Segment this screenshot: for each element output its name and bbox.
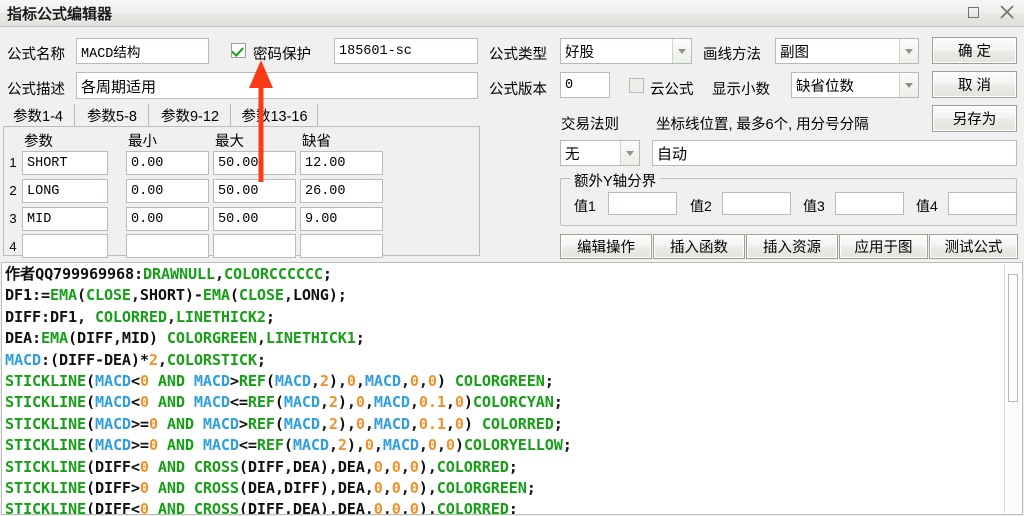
code-line: DEA:EMA(DIFF,MID) COLORGREEN,LINETHICK1; [5,329,365,348]
extra-y-axis-title: 额外Y轴分界 [570,170,661,191]
password-input[interactable]: 185601-sc [334,38,478,64]
cloud-formula-checkbox[interactable] [629,78,644,93]
window-controls [962,1,1018,23]
maximize-icon[interactable] [962,1,984,23]
chevron-down-icon[interactable] [899,73,918,97]
param-row-number: 4 [9,239,17,254]
code-line: DIFF:DF1, COLORRED,LINETHICK2; [5,307,275,326]
param-name-input-3[interactable]: MID [22,207,108,231]
param-name-input-2[interactable]: LONG [22,179,108,203]
formula-type-select[interactable]: 好股 [560,38,692,64]
code-line: STICKLINE(MACD>=0 AND MACD<=REF(MACD,2),… [5,436,572,455]
param-min-input-2[interactable]: 0.00 [126,179,209,203]
chevron-down-icon[interactable] [672,39,691,63]
apply-to-chart-button[interactable]: 应用于图 [839,234,928,259]
draw-method-label: 画线方法 [703,47,761,63]
trade-rule-value: 无 [565,146,580,163]
edit-operations-button[interactable]: 编辑操作 [560,234,652,259]
extra-y-label-3: 值3 [803,198,825,214]
save-as-button[interactable]: 另存为 [932,105,1017,132]
code-line: 作者QQ799969968:DRAWNULL,COLORCCCCCC; [5,265,332,283]
param-max-input-4[interactable] [213,234,296,258]
extra-y-input-2[interactable] [722,192,791,215]
code-line: STICKLINE(MACD<0 AND MACD<=REF(MACD,2),0… [5,393,563,412]
param-default-input-3[interactable]: 9.00 [300,207,383,231]
close-icon[interactable] [996,1,1018,23]
code-line: DF1:=EMA(CLOSE,SHORT)-EMA(CLOSE,LONG); [5,286,347,305]
param-min-input-1[interactable]: 0.00 [126,151,209,175]
code-line: STICKLINE(DIFF<0 AND CROSS(DIFF,DEA),DEA… [5,500,518,515]
title-bar: 指标公式编辑器 [0,0,1024,27]
trade-rule-select[interactable]: 无 [560,140,640,166]
code-line: STICKLINE(DIFF<0 AND CROSS(DIFF,DEA),DEA… [5,457,518,476]
code-line: STICKLINE(MACD>=0 AND MACD>REF(MACD,2),0… [5,414,563,433]
window-title: 指标公式编辑器 [7,6,113,23]
insert-function-button[interactable]: 插入函数 [653,234,745,259]
formula-type-value: 好股 [565,44,594,61]
param-col-name: 参数 [22,130,108,152]
tab-params-5-8[interactable]: 参数5-8 [76,104,149,126]
param-min-input-3[interactable]: 0.00 [126,207,209,231]
param-row-number: 2 [9,183,17,198]
chevron-down-icon[interactable] [899,39,918,63]
extra-y-label-2: 值2 [690,198,712,214]
tab-params-1-4[interactable]: 参数1-4 [2,104,75,126]
formula-code-editor[interactable]: 作者QQ799969968:DRAWNULL,COLORCCCCCC; DF1:=… [1,262,1023,515]
extra-y-label-4: 值4 [916,198,938,214]
extra-y-input-1[interactable] [608,192,677,215]
axis-line-label: 坐标线位置, 最多6个, 用分号分隔 [656,117,869,133]
cloud-formula-label: 云公式 [650,82,694,98]
editor-scrollbar[interactable] [1004,264,1021,513]
param-name-input-4[interactable] [22,234,108,258]
extra-y-input-3[interactable] [835,192,904,215]
formula-name-label: 公式名称 [7,47,65,63]
test-formula-button[interactable]: 测试公式 [929,234,1018,259]
editor-scrollbar-thumb[interactable] [1008,274,1018,402]
formula-name-input[interactable]: MACD结构 [76,38,209,64]
tab-params-9-12[interactable]: 参数9-12 [150,104,231,126]
param-default-input-2[interactable]: 26.00 [300,179,383,203]
param-name-input-1[interactable]: SHORT [22,151,108,175]
show-decimals-select[interactable]: 缺省位数 [791,72,919,98]
formula-code-text[interactable]: 作者QQ799969968:DRAWNULL,COLORCCCCCC; DF1:=… [5,264,572,515]
extra-y-input-4[interactable] [948,192,1017,215]
annotation-arrow-icon [236,58,286,184]
insert-resource-button[interactable]: 插入资源 [746,234,838,259]
draw-method-value: 副图 [780,44,809,61]
param-row-number: 3 [9,211,17,226]
show-decimals-value: 缺省位数 [796,78,854,95]
trade-rule-label: 交易法则 [561,117,619,133]
param-min-input-4[interactable] [126,234,209,258]
cancel-button[interactable]: 取 消 [932,71,1017,98]
indicator-formula-editor-window: 指标公式编辑器 公式名称 MACD结构 密码保护 185601-sc 公式类型 … [0,0,1024,516]
code-line: STICKLINE(DIFF>0 AND CROSS(DEA,DIFF),DEA… [5,479,536,498]
param-col-min: 最小 [126,130,209,152]
chevron-down-icon[interactable] [620,141,639,165]
formula-version-input[interactable]: 0 [560,72,610,98]
code-line: MACD:(DIFF-DEA)*2,COLORSTICK; [5,350,266,369]
param-row-number: 1 [9,155,17,170]
code-line: STICKLINE(MACD<0 AND MACD>REF(MACD,2),0,… [5,372,554,391]
param-max-input-3[interactable]: 50.00 [213,207,296,231]
param-default-input-1[interactable]: 12.00 [300,151,383,175]
ok-button[interactable]: 确 定 [932,37,1017,64]
password-protect-checkbox[interactable] [231,43,246,58]
formula-type-label: 公式类型 [489,47,547,63]
axis-line-input[interactable]: 自动 [652,140,1017,166]
formula-desc-label: 公式描述 [7,82,65,98]
formula-version-label: 公式版本 [489,82,547,98]
extra-y-label-1: 值1 [574,198,596,214]
param-default-input-4[interactable] [300,234,383,258]
param-col-default: 缺省 [300,130,383,152]
show-decimals-label: 显示小数 [712,82,770,98]
draw-method-select[interactable]: 副图 [775,38,919,64]
